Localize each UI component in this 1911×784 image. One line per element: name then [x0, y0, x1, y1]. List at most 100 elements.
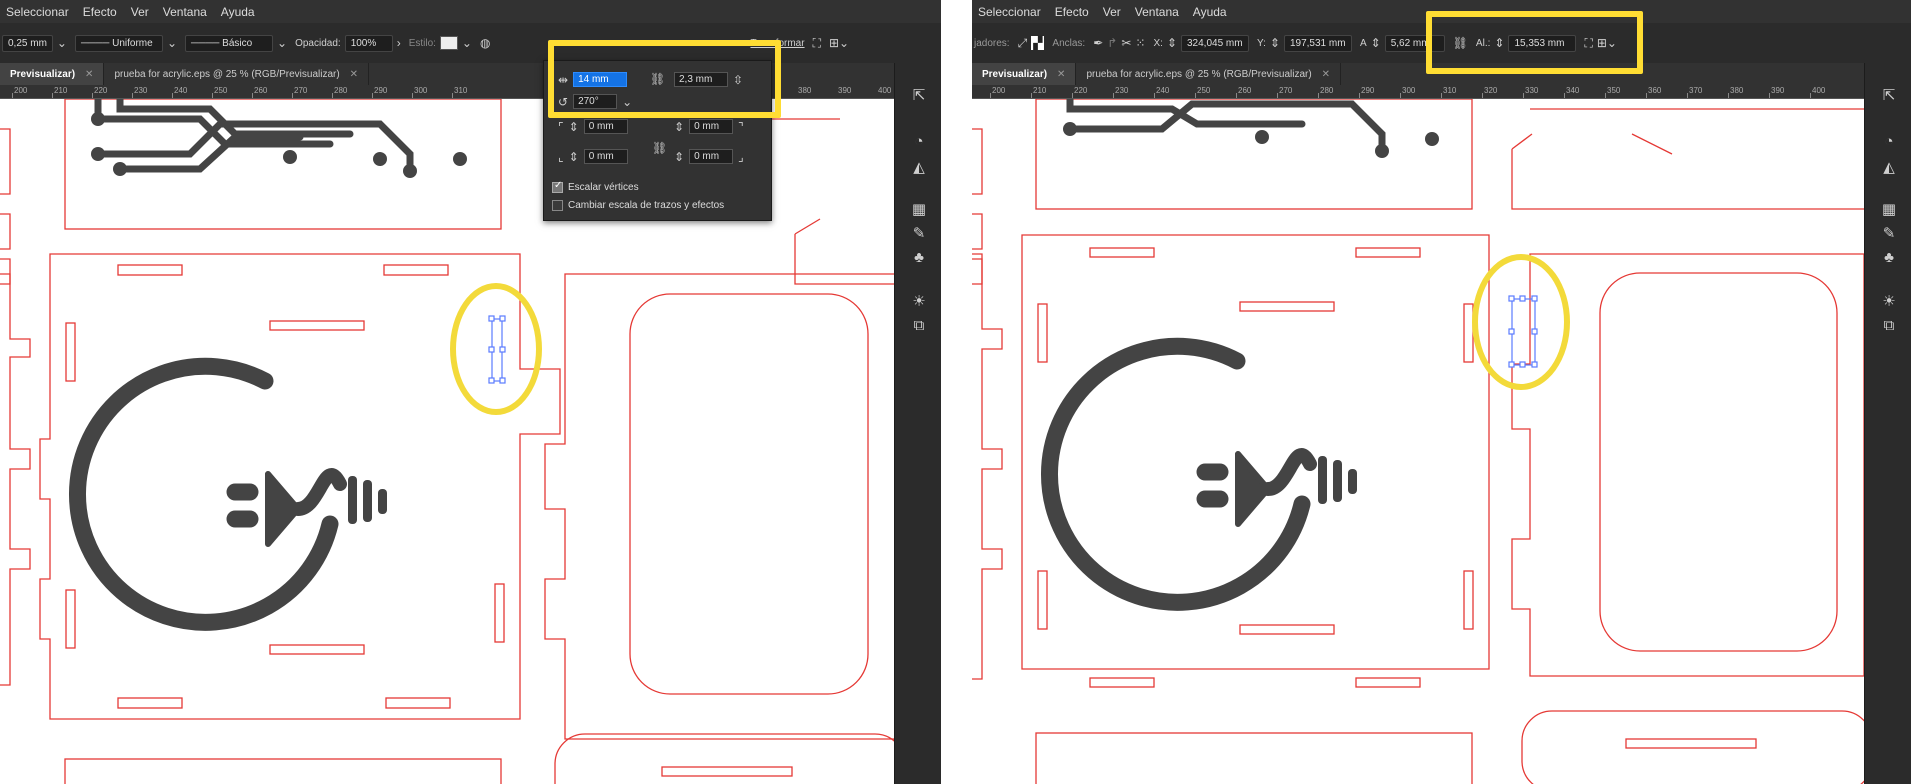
- y-field[interactable]: 197,531 mm: [1283, 34, 1352, 52]
- ruler-tick-label: 230: [1115, 86, 1129, 95]
- align-icon[interactable]: ⊞⌄: [829, 36, 849, 50]
- stepper-icon[interactable]: ⇕: [1167, 36, 1177, 50]
- appearance-icon[interactable]: ☀: [1879, 291, 1899, 311]
- tab-prueba-acrylic[interactable]: prueba for acrylic.eps @ 25 % (RGB/Previ…: [104, 63, 370, 85]
- expand-panel-icon[interactable]: ⇱: [1879, 85, 1899, 105]
- color-icon[interactable]: ◔: [1879, 131, 1899, 151]
- corner-tr-icon: ⌝: [738, 119, 744, 134]
- chevron-down-icon[interactable]: ⌄: [167, 36, 177, 50]
- ruler-tick-label: 240: [1156, 86, 1170, 95]
- symbols-icon[interactable]: ♣: [1879, 247, 1899, 267]
- menu-item-ayuda[interactable]: Ayuda: [221, 5, 255, 19]
- convert-smooth-icon[interactable]: ▞: [1031, 36, 1045, 50]
- reference-point-icon[interactable]: ⁙: [1135, 36, 1145, 50]
- ruler-tick-label: 270: [1279, 86, 1293, 95]
- x-field[interactable]: 324,045 mm: [1180, 34, 1249, 52]
- scale-strokes-checkbox[interactable]: [552, 200, 563, 211]
- chevron-down-icon[interactable]: ⌄: [462, 36, 472, 50]
- swatches-icon[interactable]: ▦: [909, 199, 929, 219]
- swatches-icon[interactable]: ▦: [1879, 199, 1899, 219]
- artboard-canvas[interactable]: [972, 99, 1864, 784]
- stepper-icon[interactable]: ⇕: [1371, 36, 1381, 50]
- corner-br-field[interactable]: 0 mm: [689, 149, 734, 164]
- stepper-icon[interactable]: ⇕: [569, 150, 579, 164]
- ruler-tick: [1605, 93, 1606, 98]
- convert-handle-icon[interactable]: ⤢: [1018, 36, 1028, 51]
- menu-item-ventana[interactable]: Ventana: [1135, 5, 1179, 19]
- ruler-tick-label: 220: [94, 86, 108, 95]
- chevron-down-icon[interactable]: ⌄: [277, 36, 287, 50]
- close-icon[interactable]: ✕: [1322, 69, 1330, 80]
- style-label: Estilo:: [408, 37, 436, 49]
- opacity-field[interactable]: 100%: [344, 34, 393, 52]
- stroke-weight-field[interactable]: 0,25 mm: [2, 34, 53, 52]
- chevron-down-icon[interactable]: ⌄: [57, 36, 67, 50]
- tab-active-document[interactable]: Previsualizar) ✕: [972, 63, 1077, 85]
- close-icon[interactable]: ✕: [350, 69, 358, 80]
- style-swatch[interactable]: [439, 36, 458, 50]
- ruler-tick-label: 310: [454, 86, 468, 95]
- link-icon[interactable]: ⛓: [652, 141, 667, 155]
- corner-bl-icon: ⌞: [558, 149, 564, 164]
- close-icon[interactable]: ✕: [1057, 69, 1065, 80]
- pen-icon[interactable]: ✒: [1093, 36, 1103, 50]
- scale-corners-label: Escalar vértices: [568, 182, 639, 193]
- menu-bar: Seleccionar Efecto Ver Ventana Ayuda: [0, 0, 941, 23]
- menu-item-efecto[interactable]: Efecto: [83, 5, 117, 19]
- menu-item-ver[interactable]: Ver: [131, 5, 149, 19]
- highlight-oval: [450, 283, 542, 415]
- ruler-tick-label: 200: [14, 86, 28, 95]
- stepper-icon[interactable]: ⇕: [674, 150, 684, 164]
- ruler-tick-label: 380: [798, 86, 812, 95]
- tab-prueba-acrylic[interactable]: prueba for acrylic.eps @ 25 % (RGB/Previ…: [1076, 63, 1342, 85]
- chevron-right-icon[interactable]: ›: [397, 36, 401, 50]
- menu-item-ver[interactable]: Ver: [1103, 5, 1121, 19]
- layers-icon[interactable]: ⧉: [1879, 315, 1899, 335]
- ruler-tick: [1687, 93, 1688, 98]
- menu-item-ayuda[interactable]: Ayuda: [1193, 5, 1227, 19]
- corner-tr-field[interactable]: 0 mm: [689, 119, 734, 134]
- appearance-icon[interactable]: ☀: [909, 291, 929, 311]
- ruler-tick-label: 230: [134, 86, 148, 95]
- ruler-tick-label: 290: [374, 86, 388, 95]
- ruler-tick-label: 280: [1320, 86, 1334, 95]
- gradient-icon[interactable]: ◭: [1879, 157, 1899, 177]
- color-icon[interactable]: ◔: [909, 131, 929, 151]
- tab-active-document[interactable]: Previsualizar) ✕: [0, 63, 105, 85]
- ruler-tick: [1523, 93, 1524, 98]
- corner-tl-icon: ⌜: [558, 119, 564, 134]
- corner-tl-field[interactable]: 0 mm: [583, 119, 628, 134]
- stepper-icon[interactable]: ⇕: [569, 120, 579, 134]
- handles-label: jadores:: [974, 37, 1010, 49]
- ruler-tick-label: 340: [1566, 86, 1580, 95]
- cut-path-icon[interactable]: ✂: [1121, 36, 1131, 50]
- stroke-profile-select[interactable]: ──── Uniforme: [74, 34, 163, 52]
- menu-item-efecto[interactable]: Efecto: [1055, 5, 1089, 19]
- corner-br-icon: ⌟: [738, 149, 744, 164]
- anchor-icon[interactable]: ↱: [1107, 36, 1117, 50]
- scale-corners-checkbox[interactable]: [552, 180, 563, 193]
- ruler-tick: [1113, 93, 1114, 98]
- brushes-icon[interactable]: ✎: [1879, 223, 1899, 243]
- brush-select[interactable]: ──── Básico: [185, 34, 274, 52]
- corner-bl-field[interactable]: 0 mm: [583, 149, 628, 164]
- close-icon[interactable]: ✕: [85, 69, 93, 80]
- ruler-tick: [252, 93, 253, 98]
- menu-item-seleccionar[interactable]: Seleccionar: [978, 5, 1041, 19]
- expand-panel-icon[interactable]: ⇱: [909, 85, 929, 105]
- ruler-tick: [1318, 93, 1319, 98]
- stepper-icon[interactable]: ⇕: [1270, 36, 1280, 50]
- gradient-icon[interactable]: ◭: [909, 157, 929, 177]
- layers-icon[interactable]: ⧉: [909, 315, 929, 335]
- bounding-box-icon[interactable]: ⛶: [813, 36, 821, 51]
- width-label: A: [1359, 37, 1367, 49]
- menu-item-seleccionar[interactable]: Seleccionar: [6, 5, 69, 19]
- stepper-icon[interactable]: ⇕: [674, 120, 684, 134]
- brushes-icon[interactable]: ✎: [909, 223, 929, 243]
- symbols-icon[interactable]: ♣: [909, 247, 929, 267]
- ruler-tick: [1359, 93, 1360, 98]
- highlight-box: [548, 40, 781, 118]
- ruler-tick: [372, 93, 373, 98]
- recolor-icon[interactable]: ◍: [480, 36, 490, 50]
- menu-item-ventana[interactable]: Ventana: [163, 5, 207, 19]
